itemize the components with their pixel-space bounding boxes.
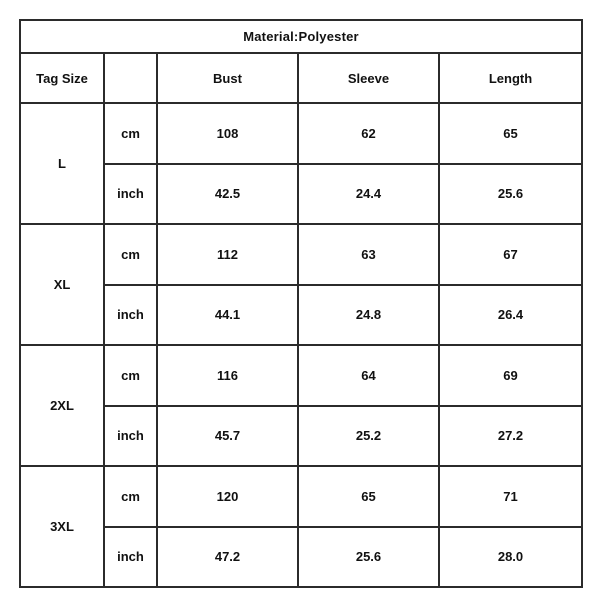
column-header-bust: Bust: [156, 52, 299, 104]
table-row: inch 45.7 25.2 27.2: [20, 404, 584, 467]
unit-label-cm: cm: [103, 102, 158, 165]
length-value-inch: 25.6: [437, 162, 584, 225]
size-label-cell: 2XL: [19, 344, 105, 467]
bust-value-inch: 42.5: [156, 162, 299, 225]
sleeve-value-inch: 24.4: [297, 162, 440, 225]
size-label-cell: 3XL: [19, 465, 105, 588]
table-row: 2XL cm 116 64 69: [19, 344, 584, 467]
size-label-cell: L: [19, 102, 105, 225]
size-chart-container: Material:Polyester Tag Size Bust Sleeve …: [18, 19, 584, 588]
column-header-sleeve: Sleeve: [297, 52, 440, 104]
length-value-inch: 26.4: [437, 283, 584, 346]
length-value-inch: 28.0: [437, 525, 584, 588]
unit-label-cm: cm: [103, 344, 158, 407]
unit-label-cm: cm: [103, 465, 158, 528]
column-header-unit: [103, 52, 158, 104]
length-value-cm: 71: [437, 465, 584, 528]
bust-value-cm: 112: [156, 223, 299, 286]
table-row: inch 44.1 24.8 26.4: [20, 283, 584, 346]
length-value-cm: 67: [437, 223, 584, 286]
bust-value-cm: 116: [156, 344, 299, 407]
length-value-cm: 69: [437, 344, 584, 407]
bust-value-cm: 120: [156, 465, 299, 528]
unit-label-inch: inch: [103, 404, 158, 467]
size-label-cell: XL: [19, 223, 105, 346]
sleeve-value-cm: 63: [297, 223, 440, 286]
column-header-length: Length: [437, 52, 584, 104]
table-row: L cm 108 62 65: [19, 102, 584, 225]
sleeve-value-inch: 25.2: [297, 404, 440, 467]
table-row: XL cm 112 63 67: [19, 223, 584, 346]
bust-value-inch: 47.2: [156, 525, 299, 588]
unit-label-inch: inch: [103, 525, 158, 588]
table-header-row: Tag Size Bust Sleeve Length: [19, 52, 584, 104]
table-title-row: Material:Polyester: [18, 19, 584, 54]
sleeve-value-inch: 25.6: [297, 525, 440, 588]
table-row: 3XL cm 120 65 71: [19, 465, 584, 588]
sleeve-value-inch: 24.8: [297, 283, 440, 346]
length-value-inch: 27.2: [437, 404, 584, 467]
bust-value-inch: 45.7: [156, 404, 299, 467]
length-value-cm: 65: [437, 102, 584, 165]
table-row: inch 42.5 24.4 25.6: [20, 162, 584, 225]
unit-label-cm: cm: [103, 223, 158, 286]
material-title: Material:Polyester: [18, 19, 584, 54]
sleeve-value-cm: 64: [297, 344, 440, 407]
unit-label-inch: inch: [103, 162, 158, 225]
size-chart-table: Material:Polyester Tag Size Bust Sleeve …: [18, 19, 584, 588]
column-header-tag-size: Tag Size: [19, 52, 105, 104]
unit-label-inch: inch: [103, 283, 158, 346]
sleeve-value-cm: 65: [297, 465, 440, 528]
bust-value-cm: 108: [156, 102, 299, 165]
bust-value-inch: 44.1: [156, 283, 299, 346]
table-row: inch 47.2 25.6 28.0: [20, 525, 584, 588]
sleeve-value-cm: 62: [297, 102, 440, 165]
